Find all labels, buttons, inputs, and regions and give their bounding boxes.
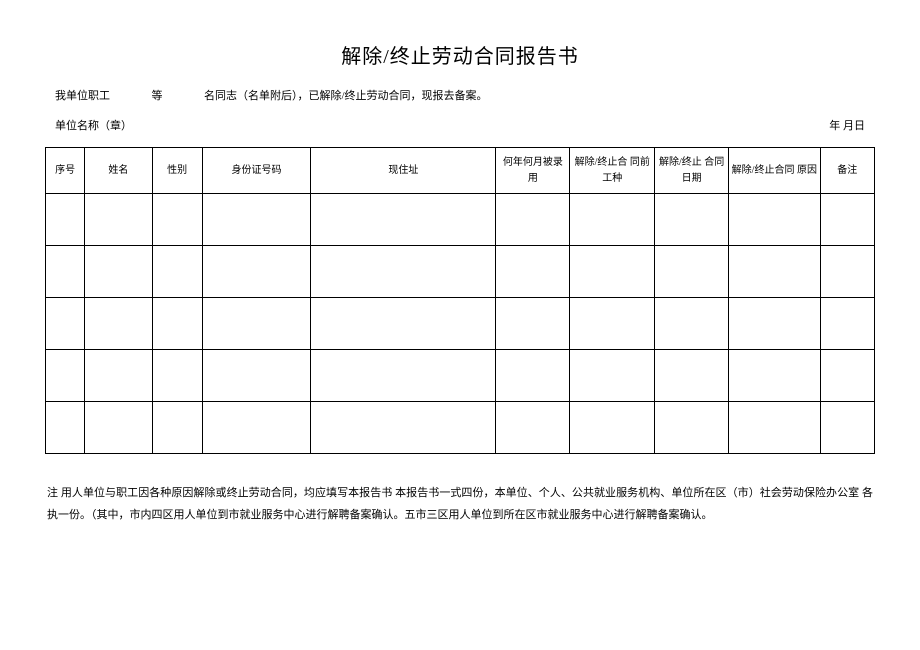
cell-addr: [311, 298, 496, 350]
header-name: 姓名: [85, 148, 152, 194]
cell-id: [202, 246, 311, 298]
cell-note: [820, 298, 875, 350]
cell-reason: [729, 246, 820, 298]
footnote-text: 注 用人单位与职工因各种原因解除或终止劳动合同，均应填写本报告书 本报告书一式四…: [45, 482, 875, 526]
cell-seq: [46, 246, 85, 298]
date-label: 年 月日: [829, 117, 865, 133]
cell-gender: [152, 194, 202, 246]
cell-date: [655, 350, 729, 402]
cell-reason: [729, 298, 820, 350]
cell-hired: [496, 402, 570, 454]
cell-name: [85, 402, 152, 454]
unit-seal-label: 单位名称（章）: [55, 117, 132, 133]
cell-pre: [570, 350, 655, 402]
cell-pre: [570, 194, 655, 246]
cell-name: [85, 298, 152, 350]
header-seq: 序号: [46, 148, 85, 194]
header-gender: 性别: [152, 148, 202, 194]
header-addr: 现住址: [311, 148, 496, 194]
intro-suffix: 名同志（名单附后），已解除/终止劳动合同，现报去备案。: [204, 90, 488, 102]
cell-seq: [46, 350, 85, 402]
cell-id: [202, 298, 311, 350]
cell-id: [202, 194, 311, 246]
cell-pre: [570, 246, 655, 298]
cell-name: [85, 246, 152, 298]
cell-seq: [46, 298, 85, 350]
table-row: [46, 298, 875, 350]
cell-note: [820, 194, 875, 246]
cell-date: [655, 194, 729, 246]
header-hired: 何年何月被录用: [496, 148, 570, 194]
cell-gender: [152, 246, 202, 298]
intro-prefix: 我单位职工: [55, 90, 110, 102]
header-reason: 解除/终止合同 原因: [729, 148, 820, 194]
cell-hired: [496, 246, 570, 298]
page-title: 解除/终止劳动合同报告书: [45, 40, 875, 69]
intro-gap2: [165, 87, 201, 103]
cell-date: [655, 246, 729, 298]
cell-id: [202, 350, 311, 402]
cell-hired: [496, 298, 570, 350]
table-header-row: 序号 姓名 性别 身份证号码 现住址 何年何月被录用 解除/终止合 同前工种 解…: [46, 148, 875, 194]
cell-reason: [729, 402, 820, 454]
cell-gender: [152, 402, 202, 454]
cell-pre: [570, 402, 655, 454]
meta-row: 单位名称（章） 年 月日: [45, 117, 875, 133]
intro-etc: 等: [152, 90, 163, 102]
header-id: 身份证号码: [202, 148, 311, 194]
cell-seq: [46, 402, 85, 454]
table-row: [46, 402, 875, 454]
table-row: [46, 350, 875, 402]
cell-note: [820, 246, 875, 298]
cell-gender: [152, 298, 202, 350]
cell-note: [820, 402, 875, 454]
cell-date: [655, 402, 729, 454]
cell-date: [655, 298, 729, 350]
cell-name: [85, 194, 152, 246]
intro-gap1: [113, 87, 149, 103]
cell-id: [202, 402, 311, 454]
cell-reason: [729, 350, 820, 402]
header-pre: 解除/终止合 同前工种: [570, 148, 655, 194]
header-date: 解除/终止 合同日期: [655, 148, 729, 194]
table-row: [46, 246, 875, 298]
intro-line: 我单位职工 等 名同志（名单附后），已解除/终止劳动合同，现报去备案。: [45, 87, 875, 103]
header-note: 备注: [820, 148, 875, 194]
cell-addr: [311, 402, 496, 454]
cell-seq: [46, 194, 85, 246]
cell-gender: [152, 350, 202, 402]
cell-addr: [311, 194, 496, 246]
cell-pre: [570, 298, 655, 350]
table-row: [46, 194, 875, 246]
cell-hired: [496, 350, 570, 402]
cell-note: [820, 350, 875, 402]
cell-hired: [496, 194, 570, 246]
cell-addr: [311, 246, 496, 298]
cell-name: [85, 350, 152, 402]
cell-addr: [311, 350, 496, 402]
report-table: 序号 姓名 性别 身份证号码 现住址 何年何月被录用 解除/终止合 同前工种 解…: [45, 147, 875, 454]
cell-reason: [729, 194, 820, 246]
